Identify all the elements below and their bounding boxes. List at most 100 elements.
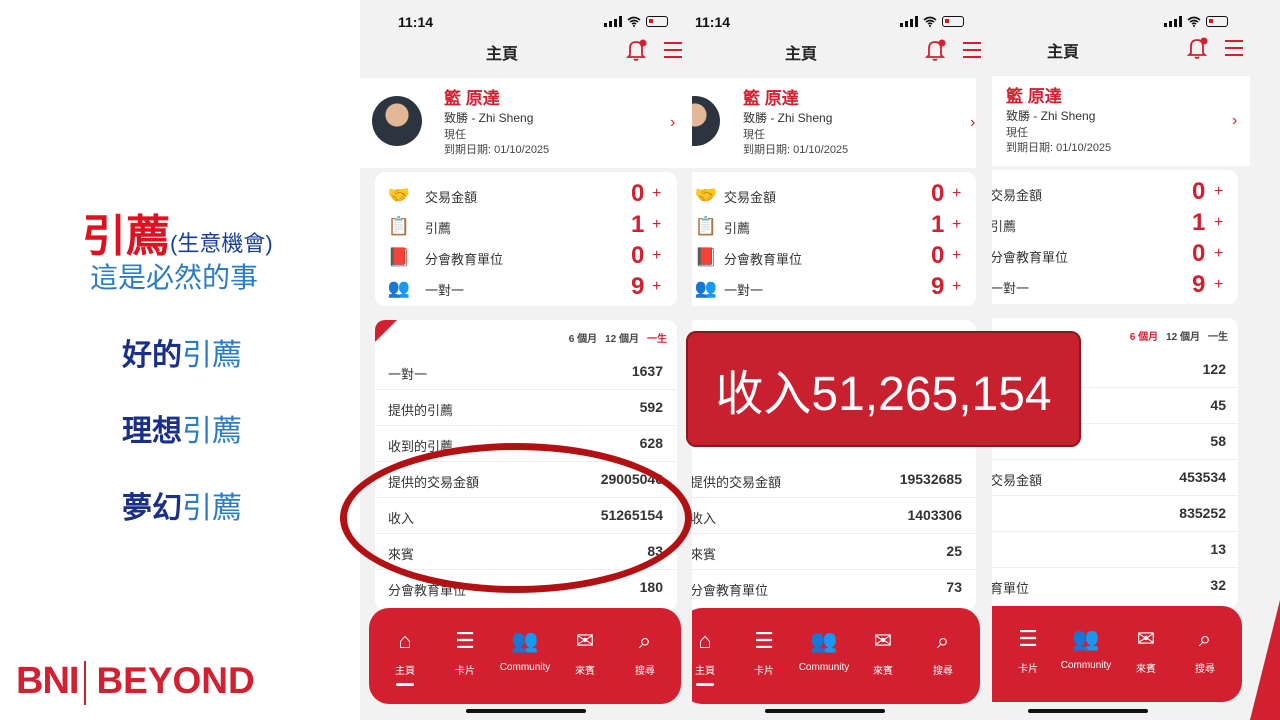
bottom-nav: ☰ 卡片 👥 Community ✉ 來賓 ⌕ 搜尋 bbox=[992, 606, 1242, 702]
add-icon[interactable]: + bbox=[652, 247, 661, 265]
add-icon[interactable]: + bbox=[1214, 183, 1223, 201]
stat-row[interactable]: 🤝 交易金額 0 + bbox=[375, 180, 677, 210]
add-icon[interactable]: + bbox=[952, 278, 961, 296]
profile-card[interactable]: 籃 原達 致勝 - Zhi Sheng 現任 到期日期: 01/10/2025 … bbox=[692, 78, 976, 168]
card-icon: ☰ bbox=[455, 628, 475, 653]
add-icon[interactable]: + bbox=[952, 247, 961, 265]
page-title: 主頁 bbox=[486, 46, 519, 63]
stat-row[interactable]: 引薦 1 + bbox=[992, 209, 1238, 239]
stats-card: 交易金額 0 + 引薦 1 + 分會教育單位 0 + 一對一 9 + bbox=[992, 170, 1238, 304]
chevron-right-icon: › bbox=[1232, 112, 1238, 129]
stat-row[interactable]: 📕 分會教育單位 0 + bbox=[375, 242, 677, 272]
bell-icon[interactable] bbox=[925, 38, 947, 62]
add-icon[interactable]: + bbox=[652, 185, 661, 203]
table-row: 育單位 32 bbox=[992, 577, 1226, 596]
tab-12-months[interactable]: 12 個月 bbox=[1166, 332, 1200, 343]
stat-row[interactable]: 一對一 9 + bbox=[992, 271, 1238, 301]
nav-home[interactable]: ⌂ 主頁 bbox=[692, 626, 735, 686]
add-icon[interactable]: + bbox=[952, 185, 961, 203]
card-icon: ☰ bbox=[754, 628, 774, 653]
stat-row[interactable]: 📕 分會教育單位 0 + bbox=[692, 242, 976, 272]
nav-card[interactable]: ☰ 卡片 bbox=[734, 626, 794, 677]
stat-row[interactable]: 👥 一對一 9 + bbox=[692, 273, 976, 303]
nav-guest[interactable]: ✉ 來賓 bbox=[853, 626, 913, 677]
nav-community[interactable]: 👥 Community bbox=[1056, 624, 1116, 671]
tab-lifetime[interactable]: 一生 bbox=[1208, 332, 1228, 343]
nav-search[interactable]: ⌕ 搜尋 bbox=[615, 626, 675, 677]
chevron-right-icon: › bbox=[670, 114, 676, 131]
stat-row[interactable]: 交易金額 0 + bbox=[992, 178, 1238, 208]
stat-row[interactable]: 📋 引薦 1 + bbox=[692, 211, 976, 241]
wifi-icon bbox=[627, 16, 641, 27]
member-name: 籃 原達 bbox=[1006, 87, 1062, 106]
status-icons bbox=[604, 16, 668, 27]
signal-icon bbox=[900, 16, 918, 27]
bell-icon[interactable] bbox=[626, 38, 648, 62]
search-icon: ⌕ bbox=[638, 628, 652, 653]
tab-6-months[interactable]: 6 個月 bbox=[569, 334, 597, 345]
add-icon[interactable]: + bbox=[1214, 245, 1223, 263]
nav-guest[interactable]: ✉ 來賓 bbox=[555, 626, 615, 677]
member-company: 致勝 - Zhi Sheng bbox=[743, 111, 833, 125]
profile-card[interactable]: 籃 原達 致勝 - Zhi Sheng 現任 到期日期: 01/10/2025 … bbox=[360, 78, 692, 168]
left-panel: 引薦(生意機會) 這是必然的事 好的引薦 理想引薦 夢幻引薦 BNI BEYOND bbox=[0, 0, 360, 720]
member-company: 致勝 - Zhi Sheng bbox=[444, 111, 534, 125]
add-icon[interactable]: + bbox=[952, 216, 961, 234]
home-icon: ⌂ bbox=[398, 628, 412, 653]
dream-referral: 夢幻引薦 bbox=[122, 492, 242, 525]
table-row: 來賓 25 bbox=[692, 534, 976, 570]
avatar bbox=[372, 96, 422, 146]
menu-icon[interactable] bbox=[963, 42, 981, 58]
add-icon[interactable]: + bbox=[1214, 214, 1223, 232]
stats-card: 🤝 交易金額 0 + 📋 引薦 1 + 📕 分會教育單位 0 + 👥 一對一 9… bbox=[375, 172, 677, 306]
book-icon: 📕 bbox=[694, 247, 718, 267]
nav-community[interactable]: 👥 Community bbox=[495, 626, 555, 673]
member-expiry: 到期日期: 01/10/2025 bbox=[743, 144, 849, 156]
nav-home[interactable]: ⌂ 主頁 bbox=[375, 626, 435, 686]
period-tabs: 6 個月 12 個月 一生 bbox=[1122, 328, 1228, 343]
nav-card[interactable]: ☰ 卡片 bbox=[998, 624, 1058, 675]
one-to-one-icon: 👥 bbox=[694, 278, 718, 298]
home-indicator bbox=[466, 709, 586, 713]
table-row: 提供的交易金額 19532685 bbox=[692, 462, 976, 498]
stat-row[interactable]: 🤝 交易金額 0 + bbox=[692, 180, 976, 210]
menu-icon[interactable] bbox=[664, 42, 682, 58]
status-icons bbox=[900, 16, 964, 27]
home-indicator bbox=[1028, 709, 1148, 713]
nav-search[interactable]: ⌕ 搜尋 bbox=[1175, 624, 1235, 675]
member-company: 致勝 - Zhi Sheng bbox=[1006, 109, 1096, 123]
card-icon: ☰ bbox=[1018, 626, 1038, 651]
chevron-right-icon: › bbox=[970, 114, 976, 131]
add-icon[interactable]: + bbox=[652, 216, 661, 234]
member-expiry: 到期日期: 01/10/2025 bbox=[1006, 142, 1112, 154]
menu-icon[interactable] bbox=[1225, 40, 1243, 56]
nav-search[interactable]: ⌕ 搜尋 bbox=[913, 626, 973, 677]
corner-decoration bbox=[1250, 600, 1280, 720]
tab-12-months[interactable]: 12 個月 bbox=[605, 334, 639, 345]
referral-icon: 📋 bbox=[387, 216, 411, 236]
book-icon: 📕 bbox=[387, 247, 411, 267]
table-row: 13 bbox=[992, 532, 1238, 568]
stat-row[interactable]: 👥 一對一 9 + bbox=[375, 273, 677, 303]
table-row: 交易金額 453534 bbox=[992, 460, 1238, 496]
nav-guest[interactable]: ✉ 來賓 bbox=[1116, 624, 1176, 675]
status-time: 11:14 bbox=[695, 14, 731, 30]
nav-card[interactable]: ☰ 卡片 bbox=[435, 626, 495, 677]
bell-icon[interactable] bbox=[1187, 36, 1209, 60]
add-icon[interactable]: + bbox=[1214, 276, 1223, 294]
table-row: 提供的引薦 592 bbox=[375, 390, 677, 426]
stat-row[interactable]: 📋 引薦 1 + bbox=[375, 211, 677, 241]
community-icon: 👥 bbox=[511, 628, 539, 653]
nav-community[interactable]: 👥 Community bbox=[794, 626, 854, 673]
community-icon: 👥 bbox=[1072, 626, 1100, 651]
profile-card[interactable]: 籃 原達 致勝 - Zhi Sheng 現任 到期日期: 01/10/2025 … bbox=[992, 76, 1250, 166]
referral-icon: 📋 bbox=[694, 216, 718, 236]
stat-row[interactable]: 分會教育單位 0 + bbox=[992, 240, 1238, 270]
tab-lifetime[interactable]: 一生 bbox=[647, 334, 667, 345]
handshake-icon: 🤝 bbox=[387, 185, 411, 205]
member-status: 現任 bbox=[1006, 127, 1028, 139]
add-icon[interactable]: + bbox=[652, 278, 661, 296]
bottom-nav: ⌂ 主頁 ☰ 卡片 👥 Community ✉ 來賓 ⌕ 搜尋 bbox=[369, 608, 681, 704]
tab-6-months[interactable]: 6 個月 bbox=[1130, 332, 1158, 343]
member-name: 籃 原達 bbox=[444, 89, 500, 108]
